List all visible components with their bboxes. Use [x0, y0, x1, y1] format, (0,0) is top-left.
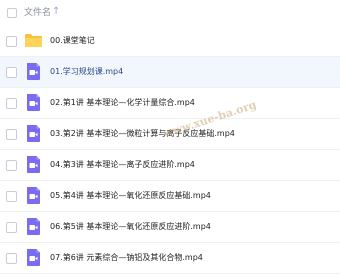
- row-checkbox[interactable]: [6, 160, 17, 171]
- file-name[interactable]: 02.第1讲 基本理论—化学计量综合.mp4: [50, 97, 195, 109]
- video-file-icon: [24, 62, 43, 81]
- select-all-checkbox[interactable]: [7, 8, 17, 18]
- file-name[interactable]: 04.第3讲 基本理论—离子反应进阶.mp4: [50, 159, 195, 171]
- file-name[interactable]: 00.课堂笔记: [50, 35, 95, 47]
- video-file-icon: [24, 155, 43, 174]
- video-file-icon: [24, 186, 43, 205]
- file-row[interactable]: 04.第3讲 基本理论—离子反应进阶.mp4: [0, 150, 340, 181]
- folder-icon: [24, 31, 43, 50]
- file-row[interactable]: 05.第4讲 基本理论—氧化还原反应基础.mp4: [0, 181, 340, 212]
- file-name[interactable]: 01.学习规划课.mp4: [50, 66, 123, 78]
- file-name[interactable]: 06.第5讲 基本理论—氧化还原反应进阶.mp4: [50, 221, 211, 233]
- file-row[interactable]: 06.第5讲 基本理论—氧化还原反应进阶.mp4: [0, 212, 340, 243]
- row-checkbox[interactable]: [6, 253, 17, 264]
- sort-arrow-up-icon[interactable]: ↑: [52, 6, 60, 18]
- video-file-icon: [24, 124, 43, 143]
- file-name[interactable]: 05.第4讲 基本理论—氧化还原反应基础.mp4: [50, 190, 211, 202]
- file-row[interactable]: 02.第1讲 基本理论—化学计量综合.mp4: [0, 88, 340, 119]
- file-row[interactable]: 03.第2讲 基本理论—微粒计算与离子反应基础.mp4: [0, 119, 340, 150]
- file-row[interactable]: 07.第6讲 元素综合—钠铝及其化合物.mp4: [0, 243, 340, 274]
- row-checkbox[interactable]: [6, 67, 17, 78]
- file-row[interactable]: 01.学习规划课.mp4: [0, 57, 340, 88]
- row-checkbox[interactable]: [6, 129, 17, 140]
- video-file-icon: [24, 248, 43, 267]
- file-list-header: 文件名 ↑: [0, 0, 340, 26]
- column-header-filename[interactable]: 文件名: [24, 7, 51, 19]
- file-name[interactable]: 03.第2讲 基本理论—微粒计算与离子反应基础.mp4: [50, 128, 235, 140]
- video-file-icon: [24, 217, 43, 236]
- row-checkbox[interactable]: [6, 36, 17, 47]
- row-checkbox[interactable]: [6, 98, 17, 109]
- row-checkbox[interactable]: [6, 222, 17, 233]
- row-checkbox[interactable]: [6, 191, 17, 202]
- file-name[interactable]: 07.第6讲 元素综合—钠铝及其化合物.mp4: [50, 252, 203, 264]
- file-row[interactable]: 00.课堂笔记: [0, 26, 340, 57]
- video-file-icon: [24, 93, 43, 112]
